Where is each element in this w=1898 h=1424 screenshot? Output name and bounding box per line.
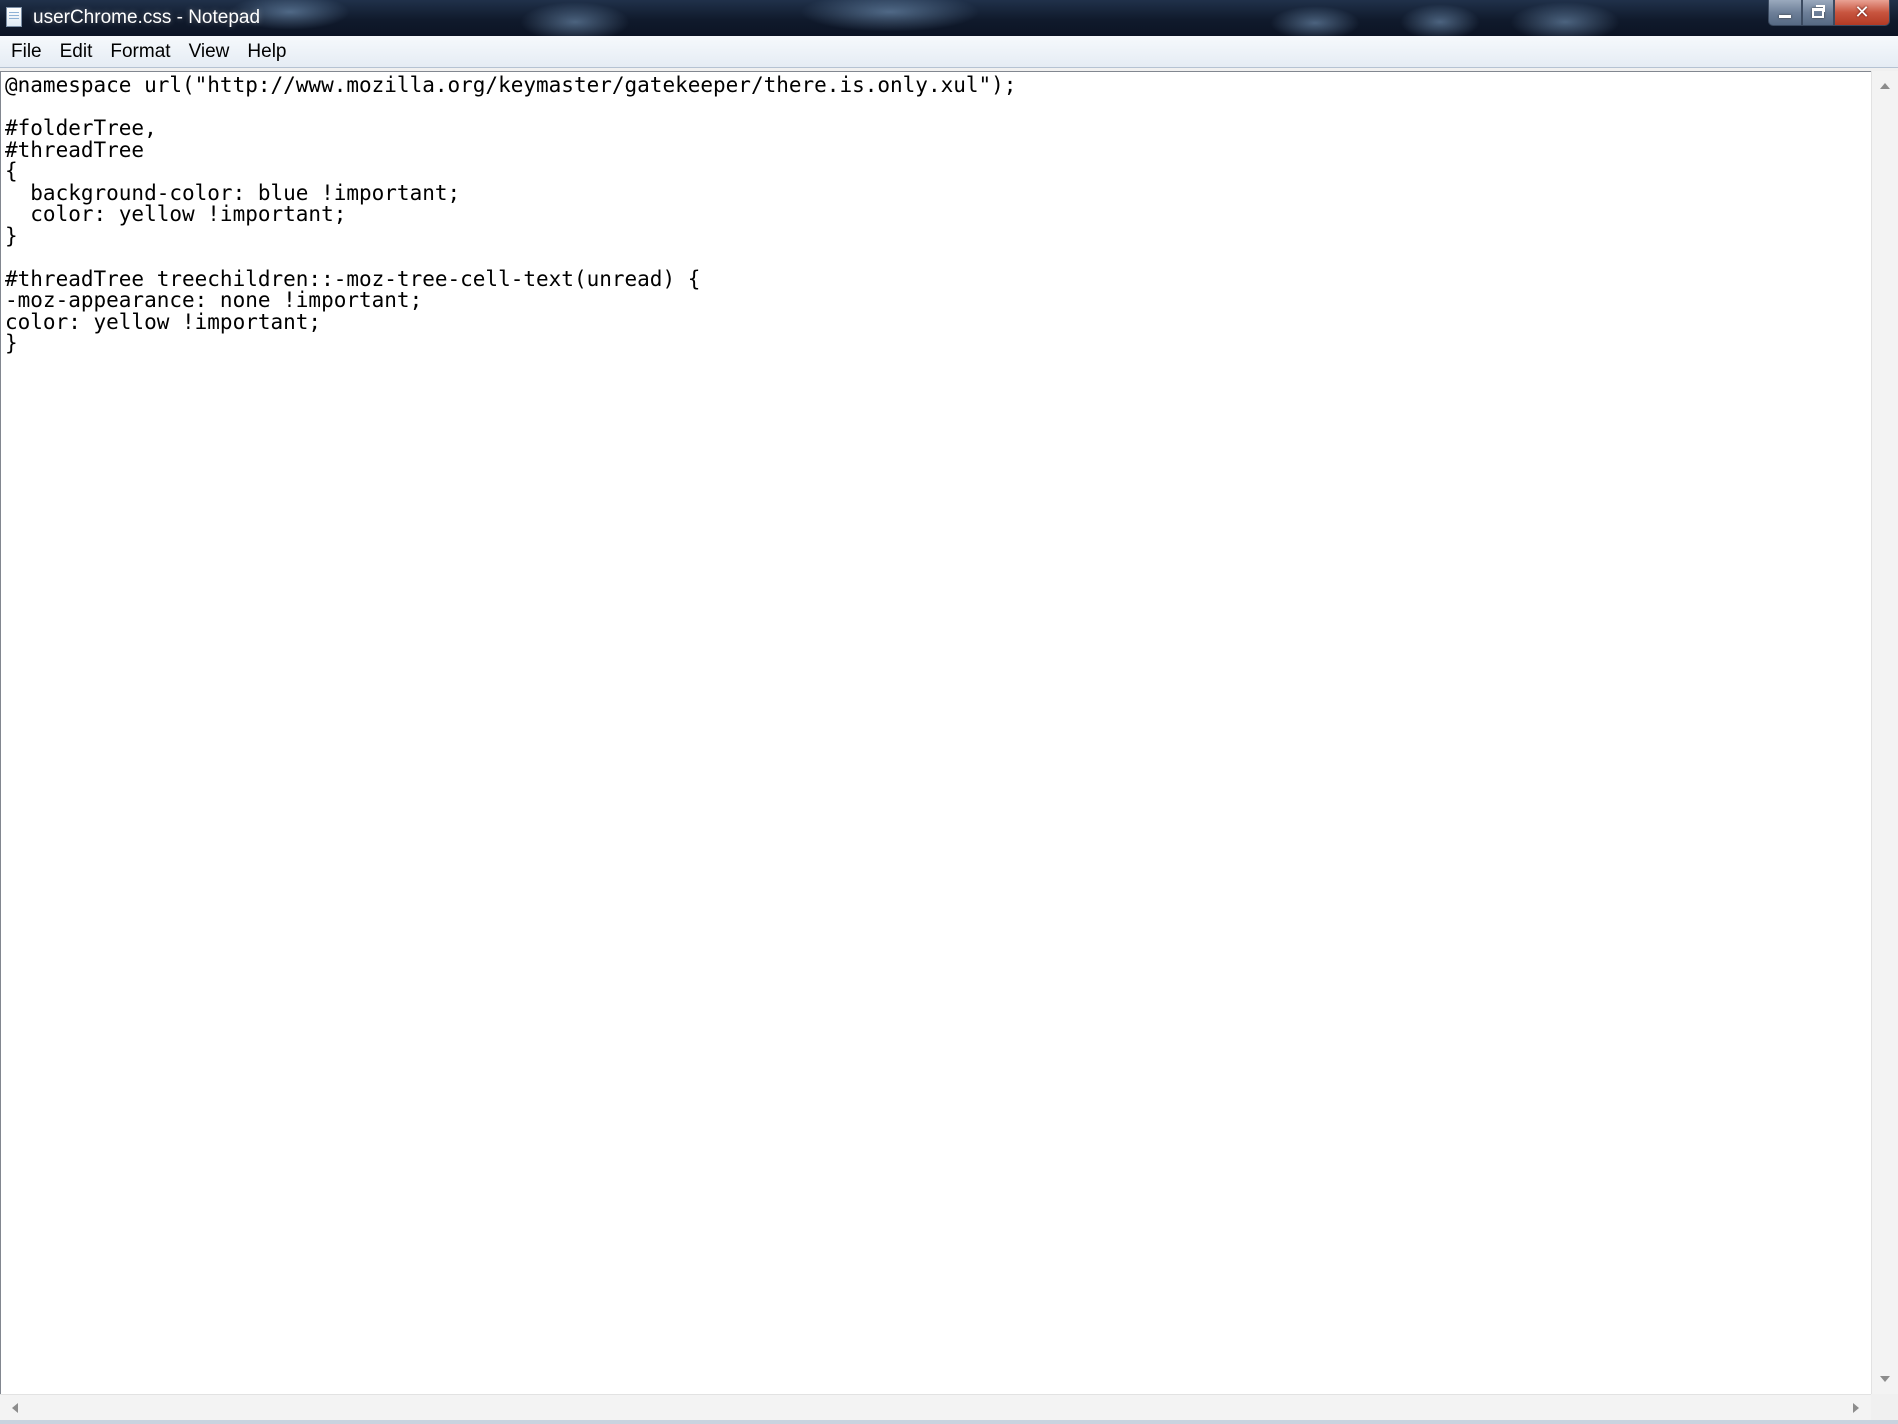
scrollbar-corner [1871,1394,1898,1420]
window-bottom-edge [0,1420,1898,1424]
code-line: } [5,331,18,355]
menu-help[interactable]: Help [238,38,295,66]
editor-content[interactable]: @namespace url("http://www.mozilla.org/k… [1,72,1871,355]
window-title: userChrome.css - Notepad [33,7,261,28]
code-line: background-color: blue !important; [5,180,461,205]
menu-file[interactable]: File [2,38,51,66]
notepad-window: userChrome.css - Notepad ✕ File Edit For… [0,0,1898,1424]
close-button[interactable]: ✕ [1834,0,1890,26]
horizontal-scrollbar[interactable] [0,1394,1871,1420]
title-bar-glow [1510,2,1620,36]
title-bar-glow [520,2,630,36]
code-line: #folderTree, [5,116,157,140]
code-line: color: yellow !important; [5,202,347,226]
restore-button[interactable] [1802,0,1834,26]
minimize-button[interactable] [1768,0,1802,26]
title-bar-glow [1400,4,1480,36]
minimize-icon [1779,15,1791,18]
code-line: #threadTree [5,137,145,162]
scroll-left-arrow-icon[interactable] [12,1403,18,1413]
code-line: color: yellow !important; [5,309,322,334]
code-line: @namespace url("http://www.mozilla.org/k… [5,73,1017,97]
menu-view[interactable]: View [180,38,239,66]
caption-buttons: ✕ [1768,0,1890,26]
code-line: #threadTree treechildren::-moz-tree-cell… [5,266,701,291]
menu-bar: File Edit Format View Help [0,36,1898,68]
scroll-down-arrow-icon[interactable] [1880,1376,1890,1382]
code-line: } [5,223,18,248]
text-editor[interactable]: @namespace url("http://www.mozilla.org/k… [0,71,1871,1394]
code-line: { [5,159,18,183]
scroll-up-arrow-icon[interactable] [1880,83,1890,89]
notepad-icon[interactable] [6,7,22,27]
vertical-scrollbar[interactable] [1871,71,1898,1394]
restore-icon [1812,4,1825,18]
title-bar[interactable]: userChrome.css - Notepad ✕ [0,0,1898,36]
title-bar-glow [800,0,980,32]
menu-edit[interactable]: Edit [51,38,102,66]
code-line: -moz-appearance: none !important; [5,288,423,312]
title-bar-glow [1270,6,1360,36]
close-icon: ✕ [1854,2,1870,23]
scroll-right-arrow-icon[interactable] [1853,1403,1859,1413]
menu-format[interactable]: Format [101,38,179,66]
